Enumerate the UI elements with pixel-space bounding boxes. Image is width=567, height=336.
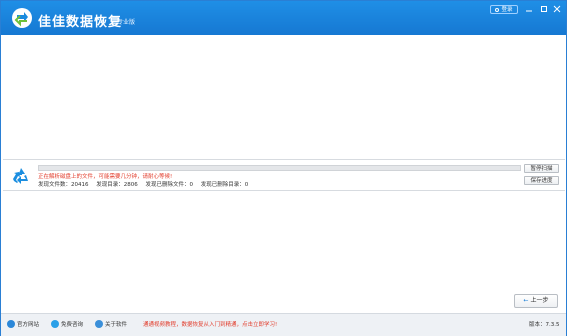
- scan-stats: 发现文件数：20416 发现目录：2806 发现已删除文件：0 发现已删除目录：…: [38, 180, 254, 188]
- prev-step-button[interactable]: ← 上一步: [514, 294, 558, 308]
- free-consult-link[interactable]: 免费咨询: [51, 320, 83, 330]
- maximize-button[interactable]: [539, 5, 549, 14]
- recycle-icon: [13, 168, 28, 184]
- app-title: 佳佳数据恢复: [38, 15, 123, 30]
- info-icon: [95, 320, 103, 328]
- chat-icon: [51, 320, 59, 328]
- deleted-files-count: 发现已删除文件：0: [145, 182, 194, 188]
- close-button[interactable]: [552, 5, 562, 14]
- globe-icon: [7, 320, 15, 328]
- maximize-icon: [541, 6, 547, 12]
- arrow-left-icon: ←: [523, 297, 529, 304]
- free-consult-label: 免费咨询: [61, 322, 84, 328]
- scan-progress-panel: 正在解析磁盘上的文件，可能需要几分钟，请耐心等候! 发现文件数：20416 发现…: [3, 159, 565, 191]
- deleted-dirs-count: 发现已删除目录：0: [200, 182, 249, 188]
- version-label: 版本：7.3.5: [529, 322, 560, 328]
- app-logo-icon: [12, 8, 32, 28]
- login-label: 登录: [501, 7, 513, 13]
- minimize-icon: [526, 10, 532, 12]
- prev-step-label: 上一步: [530, 297, 549, 304]
- save-progress-button[interactable]: 保存进度: [524, 176, 559, 185]
- pause-scan-button[interactable]: 暂停扫描: [524, 164, 559, 173]
- title-bar: 佳佳数据恢复 专业版 登录: [1, 1, 566, 35]
- dirs-found-count: 发现目录：2806: [96, 182, 138, 188]
- login-button[interactable]: 登录: [490, 5, 518, 14]
- about-label: 关于软件: [105, 322, 128, 328]
- edition-label: 专业版: [117, 19, 136, 26]
- user-icon: [495, 8, 500, 12]
- promo-link[interactable]: 通通视频教程，数据恢复从入门到精通，点击立即学习!: [143, 320, 277, 330]
- app-window: 佳佳数据恢复 专业版 登录 正在解析磁盘上的文件，可能需要几分钟，请耐心等候! …: [0, 0, 567, 336]
- official-site-label: 官方网站: [17, 322, 40, 328]
- about-link[interactable]: 关于软件: [95, 320, 127, 330]
- scan-progress-bar: [38, 165, 521, 171]
- official-site-link[interactable]: 官方网站: [7, 320, 39, 330]
- files-found-count: 发现文件数：20416: [38, 182, 89, 188]
- close-icon: [553, 5, 561, 13]
- minimize-button[interactable]: [524, 5, 534, 14]
- scan-status-message: 正在解析磁盘上的文件，可能需要几分钟，请耐心等候!: [38, 174, 173, 180]
- footer-bar: 官方网站 免费咨询 关于软件 通通视频教程，数据恢复从入门到精通，点击立即学习!…: [1, 313, 566, 336]
